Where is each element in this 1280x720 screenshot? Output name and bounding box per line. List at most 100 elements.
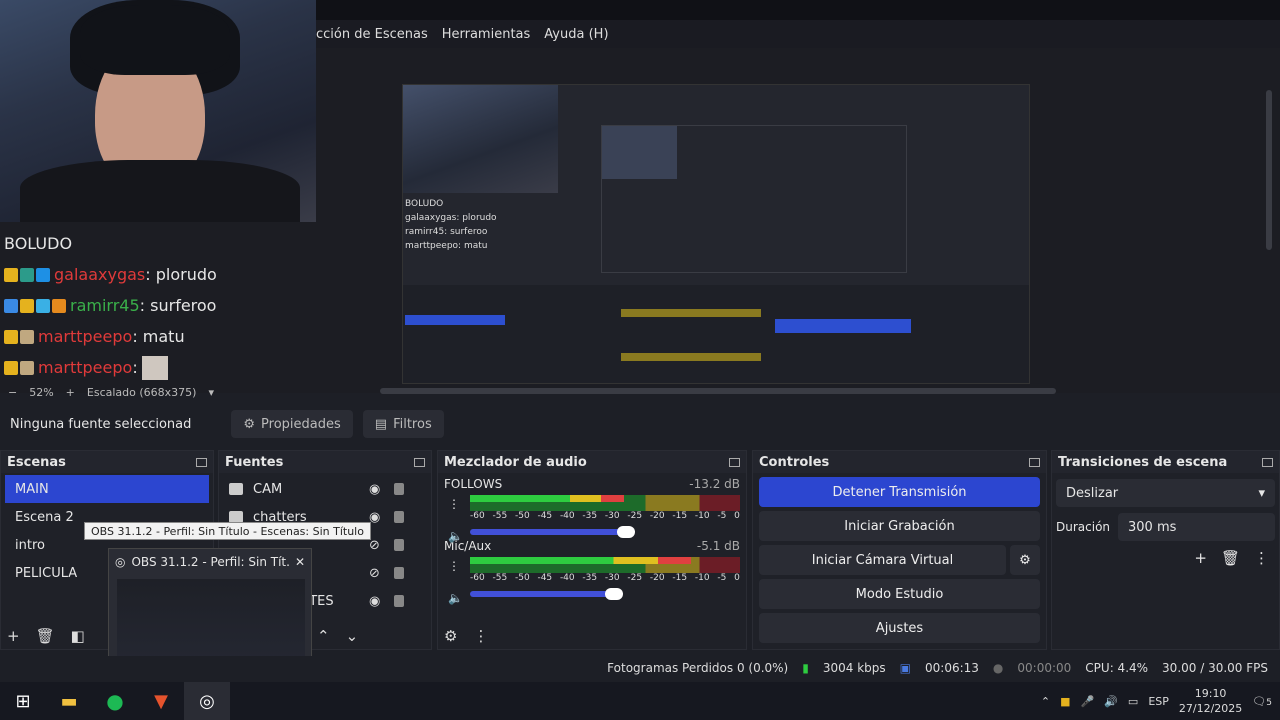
mixer-settings-icon[interactable]: ⚙ bbox=[444, 627, 457, 645]
menu-scene-collection[interactable]: cción de Escenas bbox=[316, 27, 428, 42]
controls-title: Controles bbox=[759, 454, 830, 470]
level-meter bbox=[470, 557, 740, 573]
language-indicator[interactable]: ESP bbox=[1148, 695, 1169, 708]
chat-emote bbox=[141, 355, 168, 380]
studio-mode-button[interactable]: Modo Estudio bbox=[759, 579, 1040, 609]
tick-label: -10 bbox=[694, 511, 710, 521]
zoom-in-button[interactable]: + bbox=[66, 386, 75, 399]
lock-icon[interactable] bbox=[394, 595, 404, 607]
app-tray-icon[interactable]: ■ bbox=[1060, 695, 1070, 708]
eye-hidden-icon[interactable]: ⊘ bbox=[369, 566, 380, 581]
tick-label: -60 bbox=[470, 573, 485, 583]
network-icon[interactable]: ▭ bbox=[1128, 695, 1138, 708]
duration-label: Duración bbox=[1056, 520, 1111, 534]
preview-canvas[interactable]: BOLUDO galaaxygas: plorudo ramirr45: surfe… bbox=[402, 84, 1030, 384]
mic-icon[interactable]: 🎤 bbox=[1081, 695, 1095, 708]
transition-menu-icon[interactable]: ⋮ bbox=[1254, 549, 1269, 567]
start-record-button[interactable]: Iniciar Grabación bbox=[759, 511, 1040, 541]
transitions-dock: Transiciones de escena Deslizar ▾ Duració… bbox=[1051, 450, 1280, 650]
duration-field[interactable]: 300 ms bbox=[1118, 513, 1275, 541]
zoom-out-button[interactable]: − bbox=[8, 386, 17, 399]
scale-label: Escalado (668x375) bbox=[86, 385, 197, 399]
stop-stream-button[interactable]: Detener Transmisión bbox=[759, 477, 1040, 507]
close-icon[interactable]: ✕ bbox=[295, 555, 305, 569]
sources-title: Fuentes bbox=[225, 454, 284, 470]
spotify-icon[interactable]: ● bbox=[92, 682, 138, 720]
popout-icon[interactable] bbox=[729, 457, 740, 467]
chevron-up-icon[interactable]: ⌃ bbox=[1041, 695, 1050, 708]
tick-label: -35 bbox=[582, 511, 598, 521]
track-menu-icon[interactable]: ⋮ bbox=[448, 497, 460, 511]
mixer-menu-icon[interactable]: ⋮ bbox=[473, 627, 488, 645]
popout-icon[interactable] bbox=[1262, 457, 1273, 467]
trash-icon[interactable]: 🗑 bbox=[1221, 549, 1240, 567]
cpu-usage: CPU: 4.4% bbox=[1085, 661, 1149, 675]
window-tooltip: OBS 31.1.2 - Perfil: Sin Título - Escena… bbox=[84, 522, 371, 540]
webcam-feed bbox=[0, 0, 316, 222]
settings-button[interactable]: Ajustes bbox=[759, 613, 1040, 643]
scale-dropdown-icon[interactable]: ▾ bbox=[208, 386, 214, 399]
menu-help[interactable]: Ayuda (H) bbox=[544, 27, 608, 42]
trash-icon[interactable]: 🗑 bbox=[36, 627, 55, 645]
eye-icon[interactable]: ◉ bbox=[369, 482, 380, 497]
taskbar: ⊞ ▬ ● ▼ ◎ ⌃ ■ 🎤 🔊 ▭ ESP 19:10 27/12/2025 … bbox=[0, 682, 1280, 720]
lock-icon[interactable] bbox=[394, 567, 404, 579]
tick-label: -55 bbox=[492, 573, 508, 583]
windows-start-icon[interactable]: ⊞ bbox=[0, 682, 46, 720]
track-menu-icon[interactable]: ⋮ bbox=[448, 559, 460, 573]
tick-label: -15 bbox=[672, 511, 688, 521]
move-down-icon[interactable]: ⌄ bbox=[346, 627, 359, 645]
stream-time: 00:06:13 bbox=[925, 661, 979, 675]
file-explorer-icon[interactable]: ▬ bbox=[46, 682, 92, 720]
volume-slider[interactable] bbox=[470, 526, 635, 538]
add-scene-icon[interactable]: + bbox=[7, 627, 20, 645]
chat-line: galaaxygas: plorudo bbox=[4, 259, 314, 290]
lock-icon[interactable] bbox=[394, 483, 404, 495]
popout-icon[interactable] bbox=[196, 457, 207, 467]
move-up-icon[interactable]: ⌃ bbox=[317, 627, 330, 645]
virtualcam-settings-icon[interactable]: ⚙ bbox=[1010, 545, 1040, 575]
volume-knob[interactable] bbox=[605, 588, 624, 600]
notification-icon[interactable]: 🗨5 bbox=[1252, 695, 1272, 708]
transition-select[interactable]: Deslizar ▾ bbox=[1056, 479, 1275, 507]
eye-icon[interactable]: ◉ bbox=[369, 594, 380, 609]
menu-tools[interactable]: Herramientas bbox=[442, 27, 531, 42]
track-db: -13.2 dB bbox=[689, 477, 740, 491]
tick-label: -55 bbox=[492, 511, 508, 521]
lock-icon[interactable] bbox=[394, 539, 404, 551]
popout-icon[interactable] bbox=[1029, 457, 1040, 467]
scene-filter-icon[interactable]: ◧ bbox=[71, 627, 85, 645]
properties-button[interactable]: ⚙ Propiedades bbox=[231, 410, 353, 438]
clock[interactable]: 19:10 27/12/2025 bbox=[1179, 686, 1242, 716]
level-meter bbox=[470, 495, 740, 511]
nested-docks bbox=[403, 285, 1029, 383]
tick-label: -25 bbox=[627, 511, 643, 521]
chat-line: ramirr45: surferoo bbox=[4, 290, 314, 321]
nested-webcam bbox=[403, 85, 558, 193]
speaker-icon[interactable]: 🔈 bbox=[448, 591, 463, 605]
preview-vscroll[interactable] bbox=[1266, 90, 1272, 250]
record-icon: ● bbox=[992, 661, 1004, 675]
start-virtualcam-button[interactable]: Iniciar Cámara Virtual bbox=[759, 545, 1006, 575]
speaker-icon[interactable]: 🔈 bbox=[448, 529, 463, 543]
chat-line: BOLUDO bbox=[4, 234, 73, 253]
filters-button[interactable]: ▤ Filtros bbox=[362, 410, 444, 438]
obs-taskbar-icon[interactable]: ◎ bbox=[184, 682, 230, 720]
audio-mixer-dock: Mezclador de audio FOLLOWS -13.2 dB ⋮ -60… bbox=[437, 450, 747, 650]
speaker-icon[interactable]: 🔊 bbox=[1104, 695, 1118, 708]
system-tray: ⌃ ■ 🎤 🔊 ▭ ESP 19:10 27/12/2025 🗨5 bbox=[1041, 682, 1280, 720]
source-item[interactable]: CAM ◉ bbox=[219, 475, 431, 503]
tick-label: 0 bbox=[734, 511, 740, 521]
track-name: FOLLOWS bbox=[444, 477, 503, 491]
popout-icon[interactable] bbox=[414, 457, 425, 467]
zoom-level: 52% bbox=[29, 385, 54, 399]
lock-icon[interactable] bbox=[394, 511, 404, 523]
brave-icon[interactable]: ▼ bbox=[138, 682, 184, 720]
preview-hscroll[interactable] bbox=[380, 388, 1056, 394]
volume-slider[interactable] bbox=[470, 588, 624, 600]
volume-knob[interactable] bbox=[616, 526, 635, 538]
tick-label: 0 bbox=[734, 573, 740, 583]
scene-item[interactable]: MAIN bbox=[5, 475, 209, 503]
fps: 30.00 / 30.00 FPS bbox=[1162, 661, 1268, 675]
add-transition-icon[interactable]: + bbox=[1194, 549, 1207, 567]
